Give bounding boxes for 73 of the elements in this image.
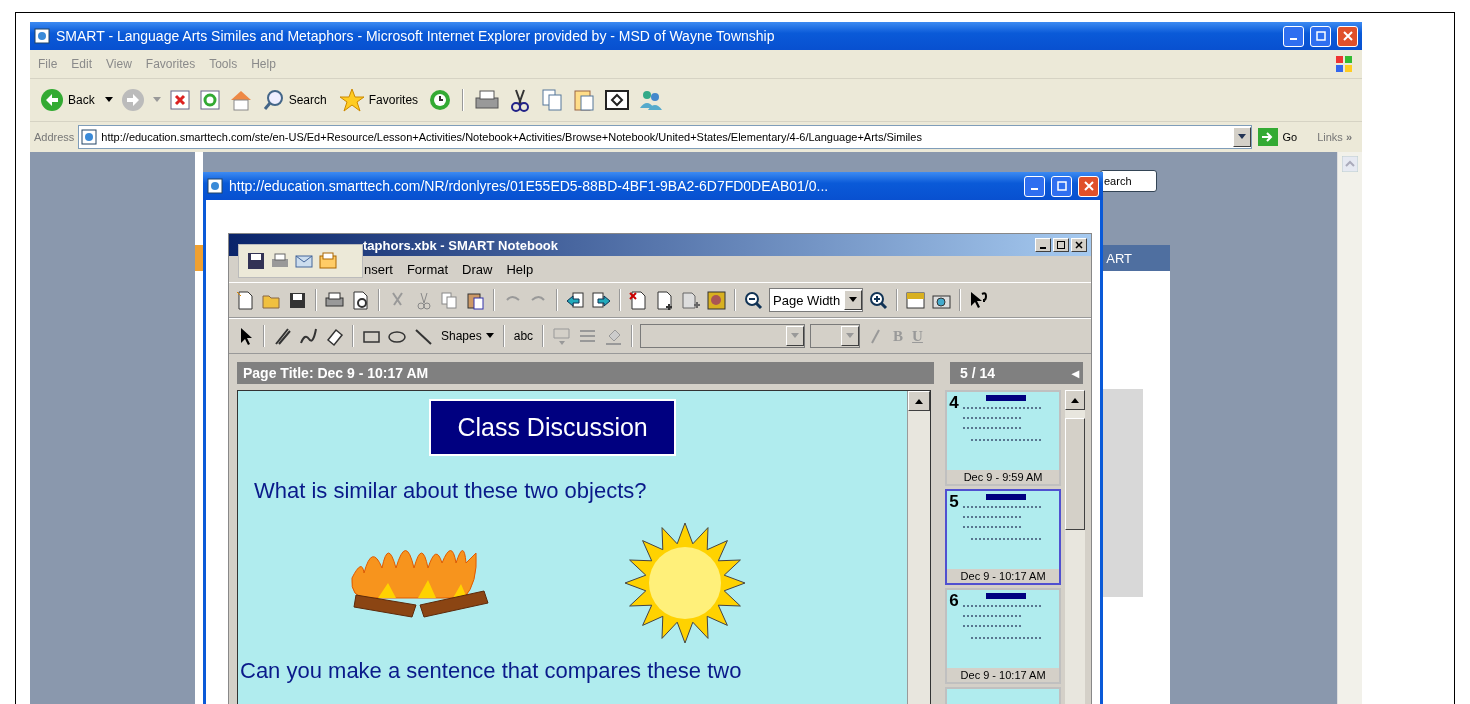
up-arrow-icon[interactable]	[1071, 397, 1079, 403]
next-page-icon[interactable]	[591, 289, 612, 311]
dropdown-arrow-icon[interactable]	[1238, 134, 1247, 140]
page-title-bar: Page Title: Dec 9 - 10:17 AM	[237, 362, 934, 384]
paste-icon[interactable]	[572, 88, 597, 112]
printer-icon[interactable]	[474, 88, 501, 112]
envelope-icon[interactable]	[295, 252, 313, 270]
printer-icon[interactable]	[271, 252, 289, 270]
maximize-icon[interactable]	[1057, 241, 1065, 249]
close-icon[interactable]	[1075, 241, 1083, 249]
star-icon[interactable]	[338, 88, 365, 112]
save-icon[interactable]	[247, 252, 265, 270]
copy-icon[interactable]	[439, 289, 460, 311]
back-button[interactable]: Back	[38, 86, 97, 114]
maximize-button[interactable]	[1053, 238, 1069, 252]
page-counter: 5 / 14	[960, 365, 996, 381]
search-icon[interactable]	[262, 89, 285, 111]
refresh-icon[interactable]	[198, 89, 221, 111]
shapes-dropdown[interactable]: Shapes	[439, 327, 496, 345]
up-arrow-icon[interactable]	[915, 398, 924, 404]
page-number: 5	[949, 493, 959, 510]
people-icon[interactable]	[638, 88, 665, 112]
dropdown-arrow-icon[interactable]	[849, 297, 858, 303]
help-pointer-icon[interactable]	[968, 289, 990, 311]
slide-heading: Class Discussion	[429, 399, 676, 456]
scroll-thumb[interactable]	[1065, 418, 1085, 530]
page-date: Dec 9 - 10:17 AM	[947, 569, 1059, 583]
stop-icon[interactable]	[168, 89, 191, 111]
zoom-out-icon[interactable]	[743, 289, 764, 311]
page-date: Dec 9 - 9:59 AM	[947, 470, 1059, 484]
new-page-icon[interactable]	[235, 289, 256, 311]
dropdown-caret-icon[interactable]	[104, 97, 113, 103]
page-icon[interactable]	[207, 178, 223, 194]
page-icon[interactable]	[34, 28, 50, 44]
page-thumbnail[interactable]: 5 Dec 9 - 10:17 AM	[945, 489, 1061, 585]
window-title: SMART - Language Arts Similes and Metaphors - Microsoft Internet Explorer provided by - MSD of Wayne Township	[56, 28, 776, 44]
text-tool[interactable]: abc	[511, 327, 536, 345]
address-field[interactable]: http://education.smarttech.com/ste/en-US/Ed+Resource/Lesson+Activities/Notebook+Activities/Browse+Notebook/United+States/Elementary/4-6/Language+Arts/Similes	[78, 125, 1253, 149]
links-button[interactable]: Links »	[1317, 131, 1358, 143]
go-button[interactable]: Go	[1256, 128, 1314, 146]
minimize-button[interactable]	[1035, 238, 1051, 252]
scroll-up-button[interactable]	[908, 391, 931, 411]
zoom-dropdown[interactable]: Page Width	[769, 288, 864, 312]
collapse-arrow[interactable]: ◂	[1072, 365, 1079, 381]
export-icon[interactable]	[319, 252, 337, 270]
windows-flag-icon[interactable]	[1334, 54, 1354, 74]
favorites-button[interactable]: Favorites	[336, 86, 421, 114]
search-button[interactable]: Search	[260, 87, 329, 113]
font-size-dropdown[interactable]	[810, 324, 861, 348]
fill-color-icon[interactable]	[551, 325, 573, 347]
slide-prompt: Can you make a sentence that compares these two	[240, 658, 742, 684]
screen-shade-icon[interactable]	[905, 289, 927, 311]
gallery-icon[interactable]	[706, 289, 727, 311]
page-number: 4	[949, 394, 959, 411]
page-thumbnail[interactable]: 6 Dec 9 - 10:17 AM	[945, 588, 1061, 684]
delete-page-icon[interactable]	[628, 289, 649, 311]
page-icon[interactable]	[81, 129, 98, 145]
slide-question: What is similar about these two objects?	[254, 478, 647, 504]
page-date: Dec 9 - 10:17 AM	[947, 668, 1059, 682]
previous-page-icon[interactable]	[565, 289, 586, 311]
insert-page-icon[interactable]	[654, 289, 675, 311]
search-button[interactable]: earch	[1100, 170, 1157, 192]
page-thumbnail[interactable]: 4 Dec 9 - 9:59 AM	[945, 390, 1061, 486]
page-number: 6	[949, 592, 959, 609]
history-icon[interactable]	[428, 88, 453, 112]
address-label: Address	[34, 131, 75, 143]
close-button[interactable]	[1071, 238, 1087, 252]
popup-title: http://education.smarttech.com/NR/rdonlyres/01E55ED5-88BD-4BF1-9BA2-6D7FD0DEAB01/0...	[229, 178, 830, 194]
print-preview-icon[interactable]	[350, 289, 371, 311]
zoom-in-icon[interactable]	[868, 289, 890, 311]
scroll-up-button[interactable]	[1065, 390, 1085, 410]
dropdown-caret-icon[interactable]	[485, 333, 494, 339]
clone-page-icon[interactable]	[680, 289, 701, 311]
